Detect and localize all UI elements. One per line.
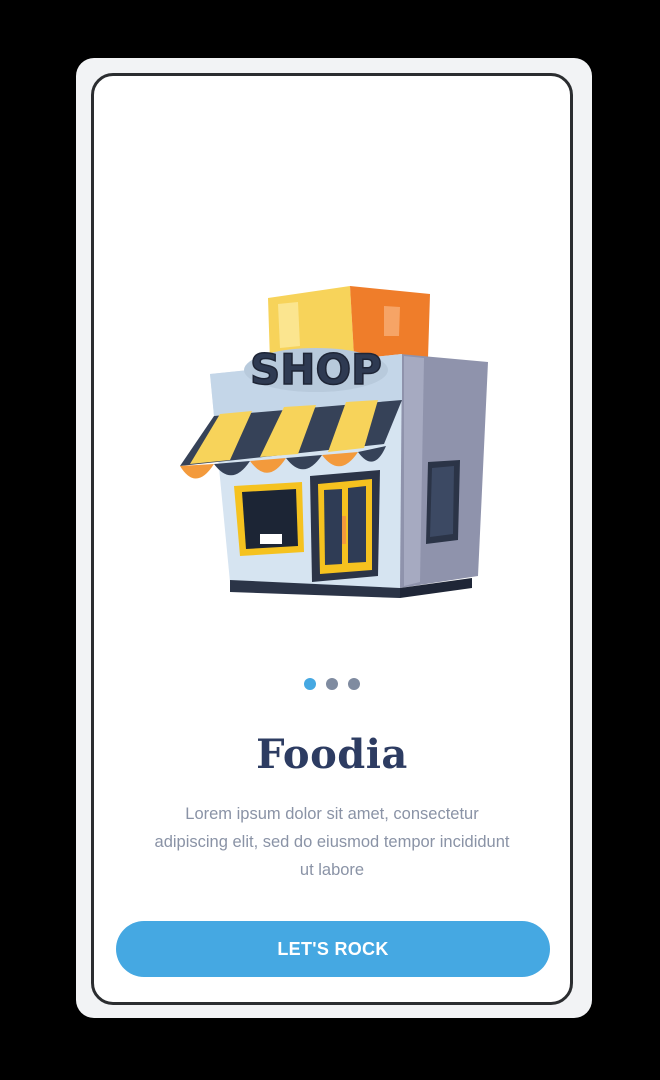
onboarding-title: Foodia (256, 731, 408, 778)
phone-screen: SHOP Foodia Lorem ipsum dolor sit amet, … (91, 73, 573, 1005)
shop-storefront-illustration: SHOP (180, 286, 488, 598)
shop-sign-text: SHOP (250, 345, 382, 394)
onboarding-description: Lorem ipsum dolor sit amet, consectetur … (154, 805, 510, 879)
pager-dot-2[interactable] (326, 678, 338, 690)
pager-dot-3[interactable] (348, 678, 360, 690)
pager-dot-1[interactable] (304, 678, 316, 690)
carousel-pager (94, 678, 570, 690)
lets-rock-button[interactable]: LET'S ROCK (116, 921, 550, 977)
